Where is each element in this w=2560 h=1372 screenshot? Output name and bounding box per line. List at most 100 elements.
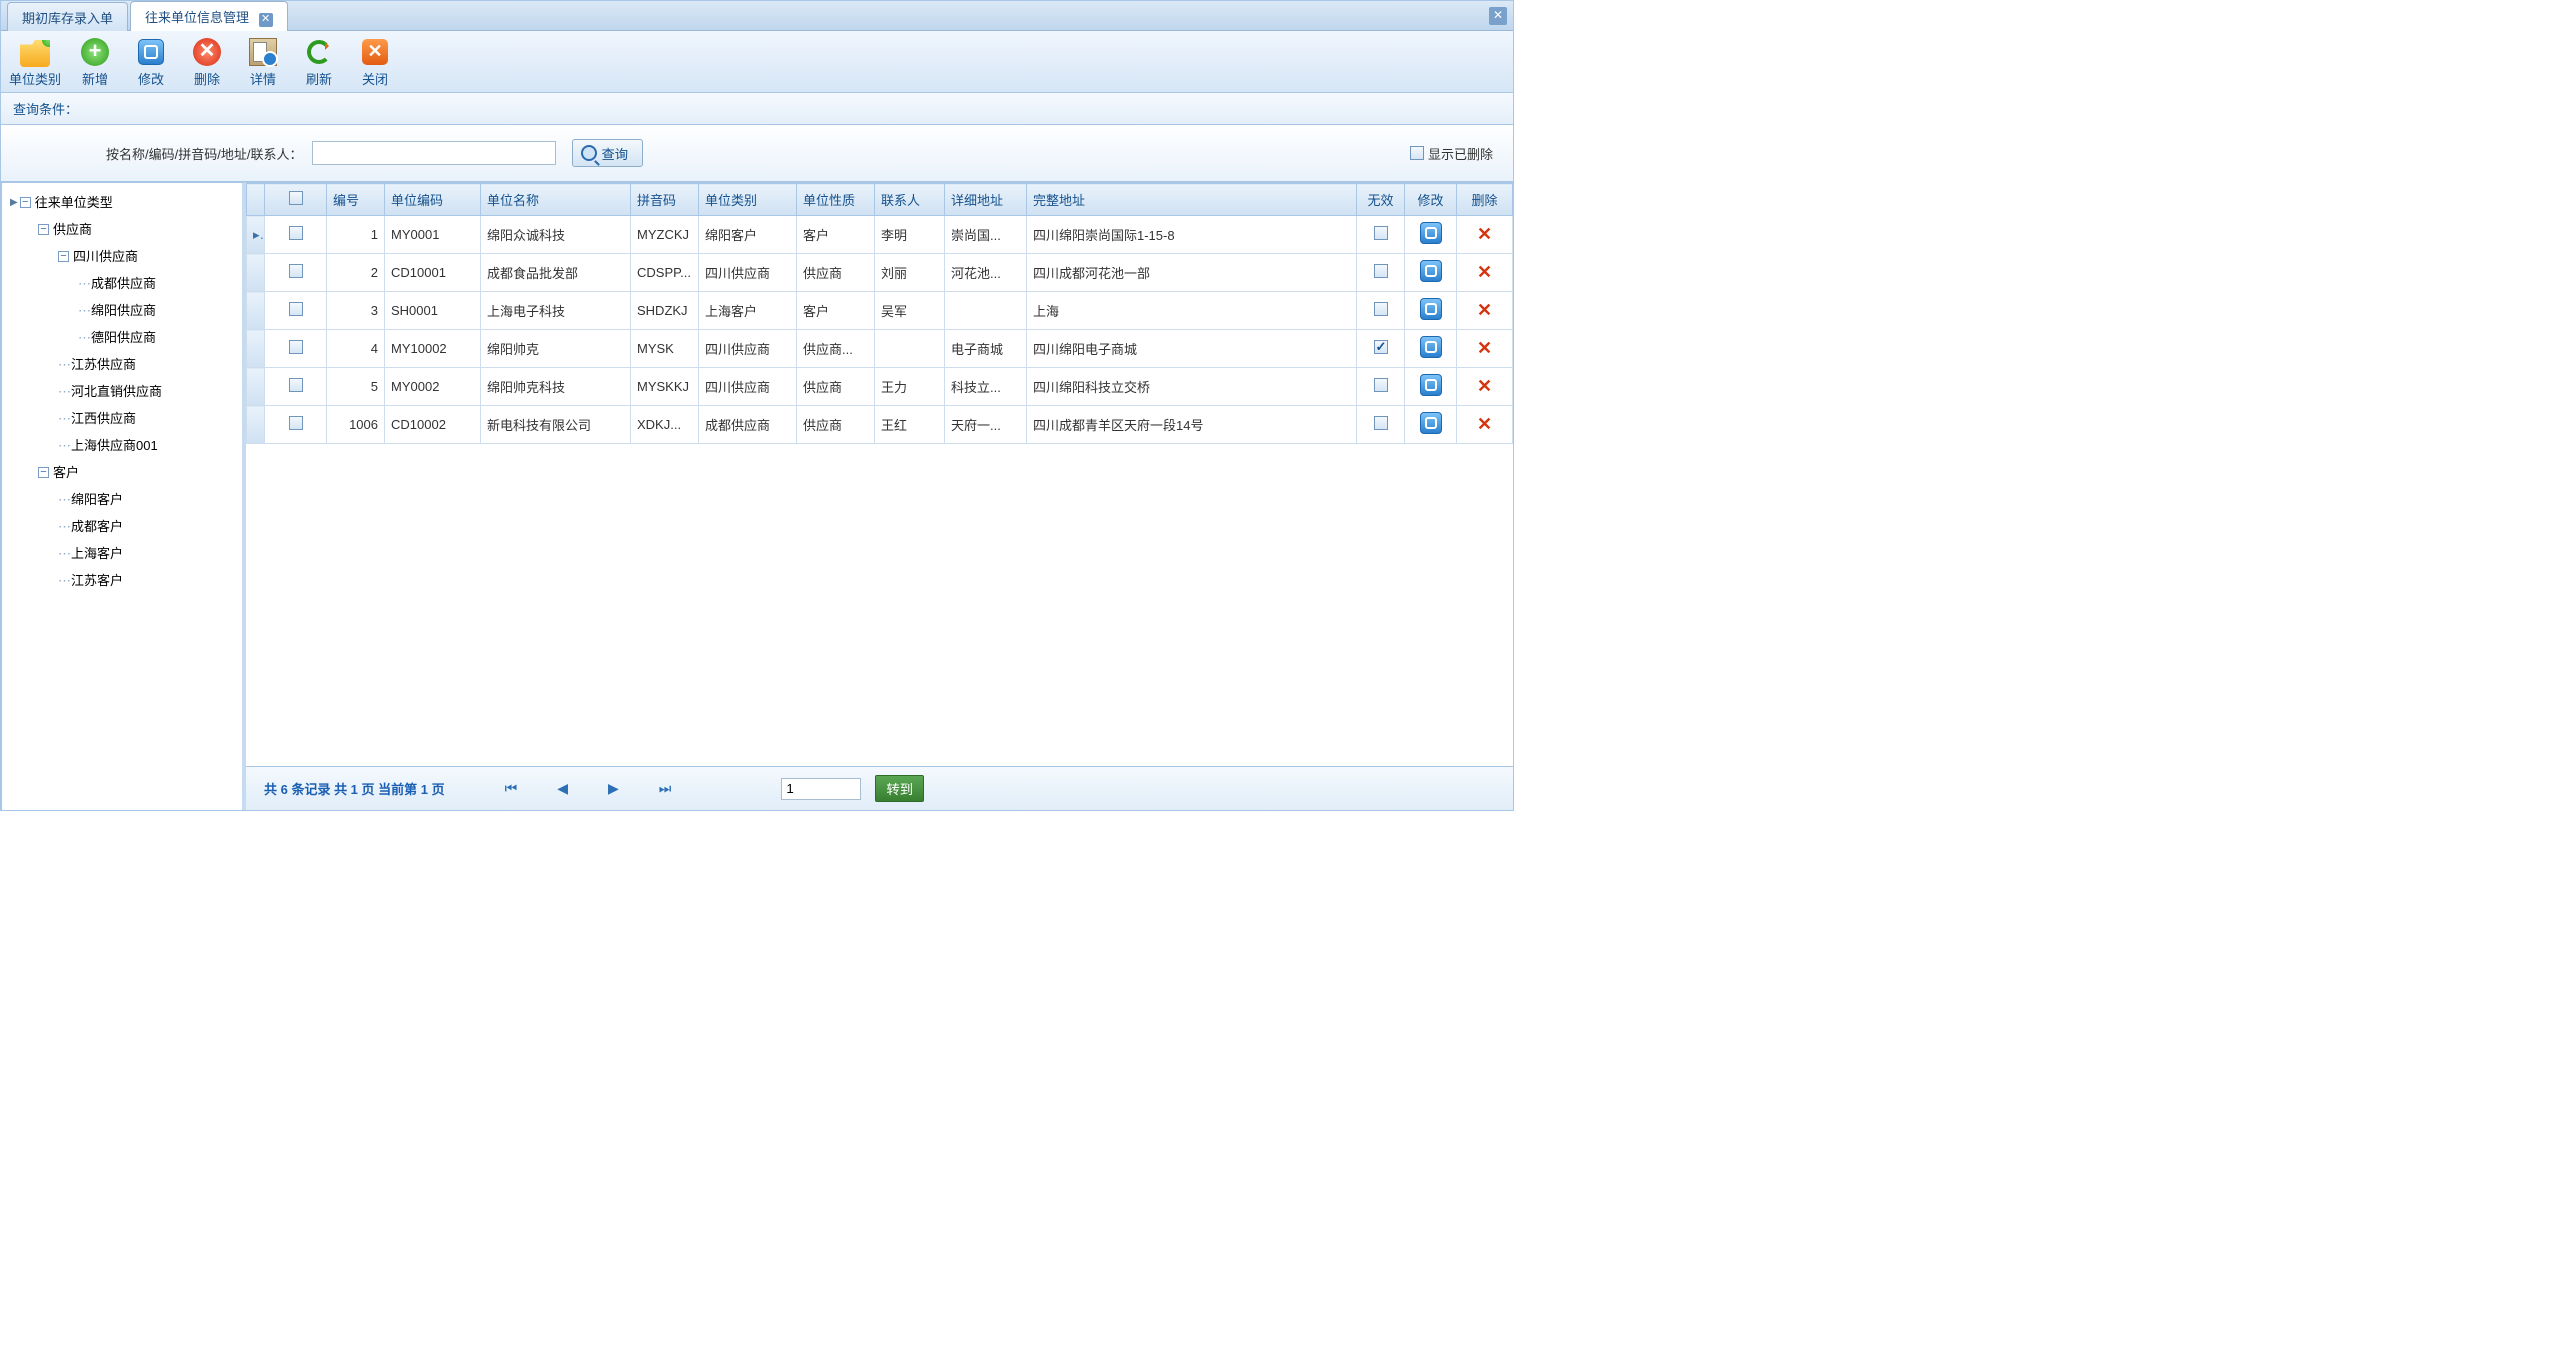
table-row[interactable]: 1006CD10002新电科技有限公司XDKJ...成都供应商供应商王红天府一.… bbox=[247, 406, 1513, 444]
table-row[interactable]: 2CD10001成都食品批发部CDSPP...四川供应商供应商刘丽河花池...四… bbox=[247, 254, 1513, 292]
row-checkbox[interactable] bbox=[265, 330, 327, 368]
cell-name: 绵阳帅克 bbox=[481, 330, 631, 368]
header-contact[interactable]: 联系人 bbox=[875, 184, 945, 216]
cell-detail-addr: 天府一... bbox=[945, 406, 1027, 444]
goto-button[interactable]: 转到 bbox=[875, 775, 924, 802]
tree-shanghai-supplier[interactable]: ⋯上海供应商001 bbox=[58, 432, 234, 459]
tab-label: 往来单位信息管理 bbox=[145, 10, 249, 25]
next-page-button[interactable]: ▶ bbox=[608, 780, 619, 797]
tabbar-close-button[interactable]: ✕ bbox=[1489, 7, 1507, 25]
header-delete[interactable]: 删除 bbox=[1457, 184, 1513, 216]
tree-root[interactable]: ▶−往来单位类型 bbox=[10, 189, 234, 216]
cell-edit[interactable] bbox=[1405, 292, 1457, 330]
search-input[interactable] bbox=[312, 141, 556, 165]
cell-invalid[interactable] bbox=[1357, 330, 1405, 368]
cell-invalid[interactable] bbox=[1357, 216, 1405, 254]
tree-jiangxi-supplier[interactable]: ⋯江西供应商 bbox=[58, 405, 234, 432]
row-checkbox[interactable] bbox=[265, 406, 327, 444]
tree-sichuan-supplier[interactable]: −四川供应商 bbox=[58, 243, 234, 270]
row-checkbox[interactable] bbox=[265, 368, 327, 406]
tree-deyang-supplier[interactable]: ⋯德阳供应商 bbox=[78, 324, 234, 351]
cell-delete[interactable]: ✕ bbox=[1457, 292, 1513, 330]
plus-icon: + bbox=[81, 38, 109, 66]
collapse-icon[interactable]: − bbox=[38, 467, 49, 478]
tree-jiangsu-customer[interactable]: ⋯江苏客户 bbox=[58, 567, 234, 594]
header-full-addr[interactable]: 完整地址 bbox=[1027, 184, 1357, 216]
cell-full-addr: 四川绵阳崇尚国际1-15-8 bbox=[1027, 216, 1357, 254]
cell-edit[interactable] bbox=[1405, 330, 1457, 368]
cell-nature: 客户 bbox=[797, 292, 875, 330]
header-edit[interactable]: 修改 bbox=[1405, 184, 1457, 216]
cell-edit[interactable] bbox=[1405, 216, 1457, 254]
table-row[interactable]: 5MY0002绵阳帅克科技MYSKKJ四川供应商供应商王力科技立...四川绵阳科… bbox=[247, 368, 1513, 406]
row-checkbox[interactable] bbox=[265, 216, 327, 254]
header-invalid[interactable]: 无效 bbox=[1357, 184, 1405, 216]
tree-jiangsu-supplier[interactable]: ⋯江苏供应商 bbox=[58, 351, 234, 378]
cell-detail-addr: 科技立... bbox=[945, 368, 1027, 406]
cell-invalid[interactable] bbox=[1357, 368, 1405, 406]
tree-chengdu-customer[interactable]: ⋯成都客户 bbox=[58, 513, 234, 540]
cell-nature: 供应商 bbox=[797, 406, 875, 444]
header-no[interactable]: 编号 bbox=[327, 184, 385, 216]
cell-pinyin: MYZCKJ bbox=[631, 216, 699, 254]
table-row[interactable]: 4MY10002绵阳帅克MYSK四川供应商供应商...电子商城四川绵阳电子商城✕ bbox=[247, 330, 1513, 368]
refresh-button[interactable]: 刷新 bbox=[297, 37, 341, 88]
detail-button[interactable]: 详情 bbox=[241, 37, 285, 88]
table-row[interactable]: 3SH0001上海电子科技SHDZKJ上海客户客户吴军上海✕ bbox=[247, 292, 1513, 330]
cell-delete[interactable]: ✕ bbox=[1457, 406, 1513, 444]
close-icon[interactable]: ✕ bbox=[259, 13, 273, 27]
last-page-button[interactable]: ⏭ bbox=[659, 780, 672, 797]
row-marker bbox=[247, 406, 265, 444]
cell-edit[interactable] bbox=[1405, 254, 1457, 292]
header-category[interactable]: 单位类别 bbox=[699, 184, 797, 216]
first-page-button[interactable]: ⏮ bbox=[505, 780, 518, 797]
prev-page-button[interactable]: ◀ bbox=[557, 780, 568, 797]
edit-icon bbox=[1420, 336, 1442, 358]
detail-icon bbox=[249, 38, 277, 66]
cell-delete[interactable]: ✕ bbox=[1457, 254, 1513, 292]
tree-mianyang-supplier[interactable]: ⋯绵阳供应商 bbox=[78, 297, 234, 324]
cell-contact: 吴军 bbox=[875, 292, 945, 330]
cell-invalid[interactable] bbox=[1357, 406, 1405, 444]
tree-shanghai-customer[interactable]: ⋯上海客户 bbox=[58, 540, 234, 567]
header-nature[interactable]: 单位性质 bbox=[797, 184, 875, 216]
row-checkbox[interactable] bbox=[265, 254, 327, 292]
edit-button[interactable]: 修改 bbox=[129, 37, 173, 88]
category-button[interactable]: 单位类别 bbox=[9, 37, 61, 88]
header-pinyin[interactable]: 拼音码 bbox=[631, 184, 699, 216]
tree-mianyang-customer[interactable]: ⋯绵阳客户 bbox=[58, 486, 234, 513]
cell-invalid[interactable] bbox=[1357, 292, 1405, 330]
folder-icon bbox=[20, 37, 50, 67]
collapse-icon[interactable]: − bbox=[20, 197, 31, 208]
tab-org-mgmt[interactable]: 往来单位信息管理 ✕ bbox=[130, 1, 288, 31]
add-button[interactable]: +新增 bbox=[73, 37, 117, 88]
cell-pinyin: MYSK bbox=[631, 330, 699, 368]
cell-no: 4 bbox=[327, 330, 385, 368]
table-row[interactable]: ▸1MY0001绵阳众诚科技MYZCKJ绵阳客户客户李明崇尚国...四川绵阳崇尚… bbox=[247, 216, 1513, 254]
tree-supplier[interactable]: −供应商 bbox=[38, 216, 234, 243]
page-input[interactable] bbox=[781, 778, 861, 800]
search-button[interactable]: 查询 bbox=[572, 139, 643, 167]
header-name[interactable]: 单位名称 bbox=[481, 184, 631, 216]
collapse-icon[interactable]: − bbox=[58, 251, 69, 262]
cell-delete[interactable]: ✕ bbox=[1457, 216, 1513, 254]
cell-delete[interactable]: ✕ bbox=[1457, 368, 1513, 406]
tab-inventory-init[interactable]: 期初库存录入单 bbox=[7, 2, 128, 31]
delete-button[interactable]: ✕删除 bbox=[185, 37, 229, 88]
cell-edit[interactable] bbox=[1405, 368, 1457, 406]
header-checkbox[interactable] bbox=[265, 184, 327, 216]
header-code[interactable]: 单位编码 bbox=[385, 184, 481, 216]
close-button[interactable]: ✕关闭 bbox=[353, 37, 397, 88]
cell-edit[interactable] bbox=[1405, 406, 1457, 444]
row-checkbox[interactable] bbox=[265, 292, 327, 330]
tree-hebei-supplier[interactable]: ⋯河北直销供应商 bbox=[58, 378, 234, 405]
cell-delete[interactable]: ✕ bbox=[1457, 330, 1513, 368]
cell-name: 成都食品批发部 bbox=[481, 254, 631, 292]
show-deleted-checkbox[interactable]: 显示已删除 bbox=[1410, 144, 1493, 163]
tree-chengdu-supplier[interactable]: ⋯成都供应商 bbox=[78, 270, 234, 297]
cell-invalid[interactable] bbox=[1357, 254, 1405, 292]
data-grid: 编号 单位编码 单位名称 拼音码 单位类别 单位性质 联系人 详细地址 完整地址… bbox=[246, 183, 1513, 766]
tree-customer[interactable]: −客户 bbox=[38, 459, 234, 486]
collapse-icon[interactable]: − bbox=[38, 224, 49, 235]
header-detail-addr[interactable]: 详细地址 bbox=[945, 184, 1027, 216]
